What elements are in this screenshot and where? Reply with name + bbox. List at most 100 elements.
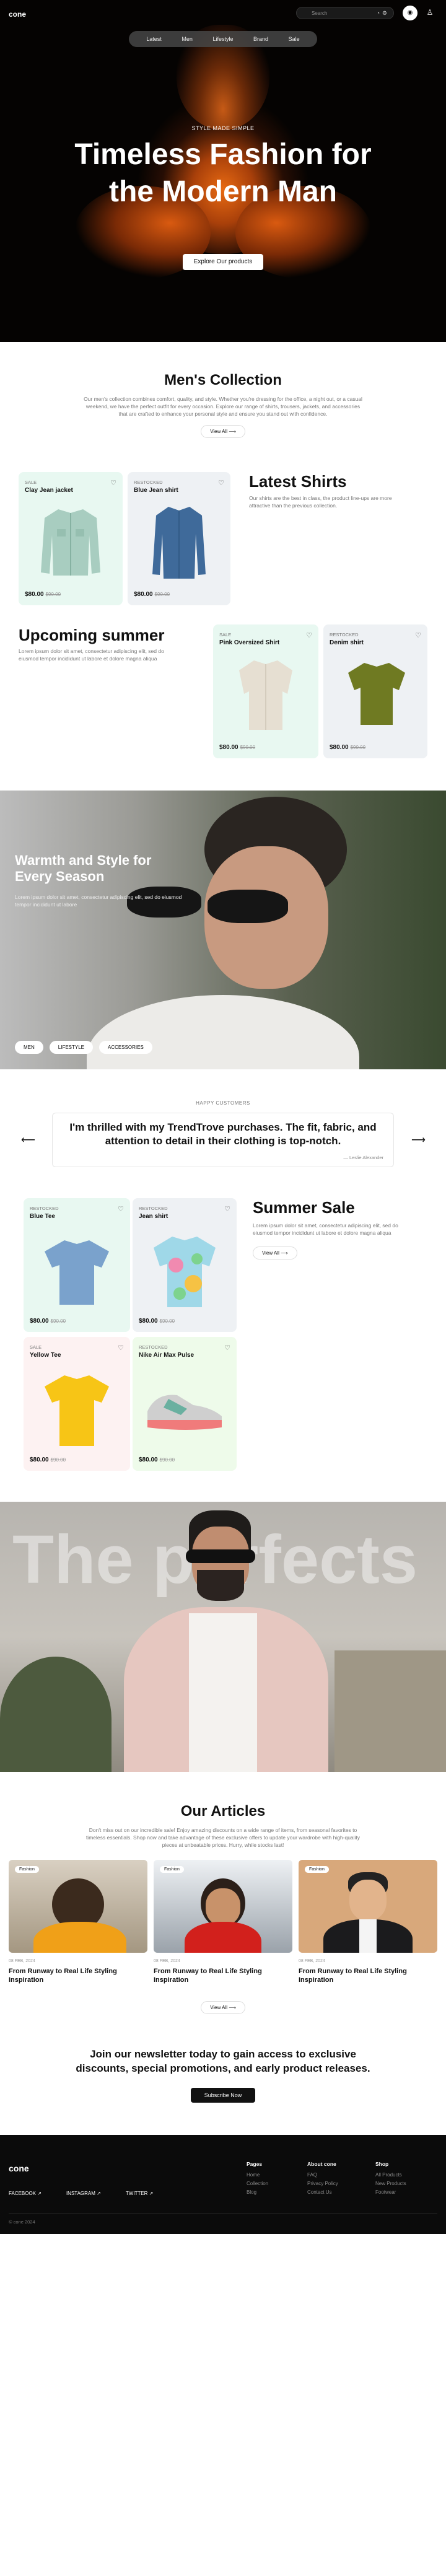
search-input[interactable]: Search ◔ ⚙	[296, 7, 394, 19]
price-current: $80.00	[134, 591, 153, 598]
view-all-label: View All	[262, 1250, 279, 1256]
articles-view-all-button[interactable]: View All ⟶	[201, 2001, 245, 2014]
bell-icon[interactable]: ◔	[377, 10, 380, 16]
article-date: 08 FEB, 2024	[154, 1959, 180, 1963]
settings-icon[interactable]: ⚙	[382, 10, 387, 17]
facebook-label: FACEBOOK	[9, 2191, 37, 2196]
collection-title: Men's Collection	[164, 372, 282, 388]
footer-socials: FACEBOOK ↗ INSTAGRAM ↗ TWITTER ↗	[9, 2191, 153, 2196]
warmth-banner: Warmth and Style for Every Season Lorem i…	[0, 791, 446, 1069]
footer: cone FACEBOOK ↗ INSTAGRAM ↗ TWITTER ↗ Pa…	[0, 2135, 446, 2234]
footer-link[interactable]: FAQ	[307, 2172, 338, 2178]
heart-icon[interactable]: ♡	[415, 631, 421, 639]
instagram-link[interactable]: INSTAGRAM ↗	[66, 2191, 101, 2196]
collection-view-all-button[interactable]: View All ⟶	[201, 425, 245, 438]
article-date: 08 FEB, 2024	[9, 1959, 35, 1963]
footer-link[interactable]: Privacy Policy	[307, 2181, 338, 2186]
collection-desc-1: Our men's collection combines comfort, q…	[84, 396, 362, 402]
footer-col-pages: Pages Home Collection Blog	[247, 2161, 268, 2198]
nav-brand[interactable]: Brand	[253, 36, 268, 42]
footer-logo[interactable]: cone	[9, 2163, 29, 2173]
heart-icon[interactable]: ♡	[224, 1344, 230, 1352]
footer-link[interactable]: All Products	[375, 2172, 406, 2178]
quote-line2: attention to detail in their clothing is…	[105, 1135, 341, 1147]
product-price: $80.00 $90.00	[139, 1457, 175, 1463]
chip-accessories[interactable]: ACCESSORIES	[99, 1041, 152, 1054]
heart-icon[interactable]: ♡	[306, 631, 312, 639]
jacket-image	[41, 509, 100, 576]
subscribe-button[interactable]: Subscribe Now	[191, 2088, 255, 2103]
testimonial-quote: I'm thrilled with my TrendTrove purchase…	[53, 1121, 393, 1148]
article-title-line1: From Runway to Real Life Styling	[299, 1968, 407, 1975]
product-price: $80.00 $90.00	[25, 591, 61, 598]
product-name: Yellow Tee	[30, 1352, 61, 1359]
article-title: From Runway to Real Life Styling Inspirat…	[9, 1967, 147, 1984]
product-price: $80.00 $90.00	[139, 1318, 175, 1325]
price-current: $80.00	[30, 1318, 49, 1325]
product-card[interactable]: RESTOCKED Nike Air Max Pulse ♡ $80.00 $90…	[133, 1337, 237, 1471]
warmth-title-line1: Warmth and Style for	[15, 852, 152, 868]
chip-lifestyle[interactable]: LIFESTYLE	[49, 1041, 94, 1054]
price-current: $80.00	[139, 1318, 158, 1325]
heart-icon[interactable]: ♡	[118, 1344, 124, 1352]
heart-icon[interactable]: ♡	[110, 479, 116, 487]
footer-link[interactable]: Footwear	[375, 2189, 406, 2195]
footer-link[interactable]: Home	[247, 2172, 268, 2178]
article-title: From Runway to Real Life Styling Inspirat…	[299, 1967, 437, 1984]
user-icon[interactable]: ♙	[424, 6, 436, 19]
heart-icon[interactable]: ♡	[218, 479, 224, 487]
nav-latest[interactable]: Latest	[146, 36, 162, 42]
arrow-left-icon[interactable]: ⟵	[21, 1134, 35, 1146]
footer-link[interactable]: New Products	[375, 2181, 406, 2186]
product-card[interactable]: SALE Yellow Tee ♡ $80.00 $90.00	[24, 1337, 130, 1471]
latest-desc-2: attractive than the previous collection.	[249, 502, 338, 509]
instagram-label: INSTAGRAM	[66, 2191, 95, 2196]
product-card[interactable]: SALE Pink Oversized Shirt ♡ $80.00 $90.00	[213, 624, 318, 758]
summer-desc-1: Lorem ipsum dolor sit amet, consectetur …	[253, 1222, 398, 1229]
hero-title: Timeless Fashion for the Modern Man	[0, 136, 446, 211]
product-card[interactable]: SALE Clay Jean jacket ♡ $80.00 $90.00	[19, 472, 123, 605]
warmth-desc-2: tempor incididunt ut labore	[15, 901, 77, 908]
footer-link[interactable]: Collection	[247, 2181, 268, 2186]
article-card[interactable]: Fashion 08 FEB, 2024 From Runway to Real…	[9, 1860, 147, 1984]
product-card[interactable]: RESTOCKED Blue Tee ♡ $80.00 $90.00	[24, 1198, 130, 1332]
warmth-desc: Lorem ipsum dolor sit amet, consectetur …	[15, 893, 181, 908]
arrow-right-icon[interactable]: ⟶	[411, 1134, 426, 1146]
product-card[interactable]: RESTOCKED Denim shirt ♡ $80.00 $90.00	[323, 624, 427, 758]
article-title-line1: From Runway to Real Life Styling	[154, 1968, 262, 1975]
article-card[interactable]: Fashion 08 FEB, 2024 From Runway to Real…	[154, 1860, 292, 1984]
article-tag: Fashion	[305, 1866, 329, 1873]
price-old: $90.00	[240, 745, 256, 750]
heart-icon[interactable]: ♡	[118, 1205, 124, 1213]
explore-button[interactable]: Explore Our products	[183, 254, 263, 270]
hero-eyebrow: STYLE MADE SIMPLE	[191, 125, 255, 131]
sneaker-image	[147, 1395, 222, 1430]
summer-view-all-button[interactable]: View All ⟶	[253, 1246, 297, 1260]
nav-lifestyle[interactable]: Lifestyle	[212, 36, 233, 42]
price-old: $90.00	[159, 1318, 175, 1324]
nav-men[interactable]: Men	[181, 36, 193, 42]
shirt-image	[152, 507, 206, 579]
product-card[interactable]: RESTOCKED Jean shirt ♡ $80.00 $90.00	[133, 1198, 237, 1332]
price-current: $80.00	[25, 591, 44, 598]
product-price: $80.00 $90.00	[330, 744, 365, 751]
chip-men[interactable]: MEN	[15, 1041, 43, 1054]
testimonial-card: I'm thrilled with my TrendTrove purchase…	[52, 1113, 394, 1167]
product-name: Denim shirt	[330, 639, 364, 646]
warmth-chips: MEN LIFESTYLE ACCESSORIES	[15, 1041, 152, 1054]
hero-section: cone Search ◔ ⚙ ◉ ♙ Latest Men Lifestyle…	[0, 0, 446, 342]
footer-link[interactable]: Blog	[247, 2189, 268, 2195]
product-card[interactable]: RESTOCKED Blue Jean shirt ♡ $80.00 $90.00	[128, 472, 230, 605]
heart-icon[interactable]: ♡	[224, 1205, 230, 1213]
facebook-link[interactable]: FACEBOOK ↗	[9, 2191, 42, 2196]
price-old: $90.00	[50, 1457, 66, 1463]
upcoming-desc-2: eiusmod tempor incididunt ut labore et d…	[19, 655, 157, 662]
article-card[interactable]: Fashion 08 FEB, 2024 From Runway to Real…	[299, 1860, 437, 1984]
twitter-link[interactable]: TWITTER ↗	[126, 2191, 153, 2196]
logo[interactable]: cone	[9, 10, 26, 19]
testimonial-label: HAPPY CUSTOMERS	[196, 1100, 250, 1106]
footer-link[interactable]: Contact Us	[307, 2189, 338, 2195]
latest-title: Latest Shirts	[249, 472, 347, 491]
nav-sale[interactable]: Sale	[289, 36, 300, 42]
cart-icon[interactable]: ◉	[403, 6, 418, 20]
